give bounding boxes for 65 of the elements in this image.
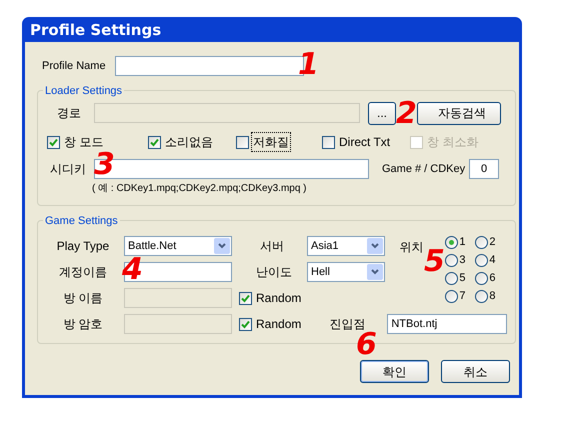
radio-button[interactable] <box>445 254 458 267</box>
dropdown-value: Battle.Net <box>128 238 176 254</box>
check-icon <box>241 294 250 302</box>
input-field[interactable]: NTBot.ntj <box>387 314 508 334</box>
radio-button[interactable] <box>475 290 488 303</box>
field-label: 방 이름 <box>62 290 104 307</box>
radio-button[interactable] <box>445 236 458 249</box>
field-label: Game # / CDKey <box>382 162 466 177</box>
annotation-number: 6 <box>356 330 377 360</box>
group-title: Loader Settings <box>43 83 124 100</box>
annotation-number: 2 <box>396 99 417 129</box>
caret-icon <box>367 264 383 280</box>
radio-label[interactable]: 1 <box>459 234 466 251</box>
caret-icon <box>214 238 230 254</box>
annotation-number: 3 <box>94 150 115 180</box>
caret-icon <box>367 238 383 254</box>
checkbox[interactable] <box>322 136 335 148</box>
window-title: Profile Settings <box>29 20 162 41</box>
checkbox-label[interactable]: Direct Txt <box>338 133 392 151</box>
annotation-number: 1 <box>298 50 319 80</box>
field-label: 경로 <box>57 105 82 122</box>
field-label: 방 암호 <box>62 316 104 333</box>
radio-button[interactable] <box>475 236 488 249</box>
checkbox[interactable] <box>47 136 60 148</box>
checkbox[interactable] <box>148 136 161 148</box>
check-icon <box>49 138 58 146</box>
field-label: Profile Name <box>42 58 107 74</box>
radio-button[interactable] <box>445 272 458 285</box>
button[interactable]: 자동검색 <box>417 102 501 124</box>
checkbox[interactable] <box>236 136 249 148</box>
check-icon <box>150 138 159 146</box>
check-icon <box>241 320 250 328</box>
radio-label[interactable]: 8 <box>489 288 496 305</box>
button[interactable]: 취소 <box>441 360 510 383</box>
input-field[interactable]: 0 <box>469 159 499 179</box>
dropdown-value: Hell <box>311 264 330 280</box>
checkbox-label[interactable]: 저화질 <box>252 133 290 151</box>
group-title: Game Settings <box>43 213 120 230</box>
radio-label[interactable]: 6 <box>489 270 496 287</box>
field-label: 위치 <box>399 239 424 256</box>
annotation-number: 4 <box>122 255 143 285</box>
field-label: 난이도 <box>256 264 293 281</box>
radio-label[interactable]: 7 <box>459 288 466 305</box>
hint-text: ( 예 : CDKey1.mpq;CDKey2.mpq;CDKey3.mpq ) <box>91 182 308 196</box>
dropdown-value: Asia1 <box>311 238 339 254</box>
field-label: 진입점 <box>329 316 366 332</box>
dropdown[interactable]: Asia1 <box>307 236 385 256</box>
checkbox-label[interactable]: 창 모드 <box>63 133 104 151</box>
dropdown[interactable]: Battle.Net <box>124 236 232 256</box>
field-label: Play Type <box>56 238 110 255</box>
button[interactable]: 확인 <box>360 360 429 383</box>
field-label: 계정이름 <box>58 264 108 281</box>
radio-label[interactable]: 2 <box>489 234 496 251</box>
field-label: 서버 <box>260 238 285 255</box>
dropdown[interactable]: Hell <box>307 262 385 282</box>
radio-label[interactable]: 5 <box>459 270 466 287</box>
radio-label[interactable]: 3 <box>459 252 466 269</box>
radio-button[interactable] <box>445 290 458 303</box>
annotation-number: 5 <box>424 247 445 277</box>
radio-button[interactable] <box>475 254 488 267</box>
button[interactable]: ... <box>368 102 396 124</box>
field-label: 시디키 <box>50 161 87 178</box>
radio-button[interactable] <box>475 272 488 285</box>
radio-label[interactable]: 4 <box>489 252 496 269</box>
checkbox-label[interactable]: 소리없음 <box>164 133 214 151</box>
